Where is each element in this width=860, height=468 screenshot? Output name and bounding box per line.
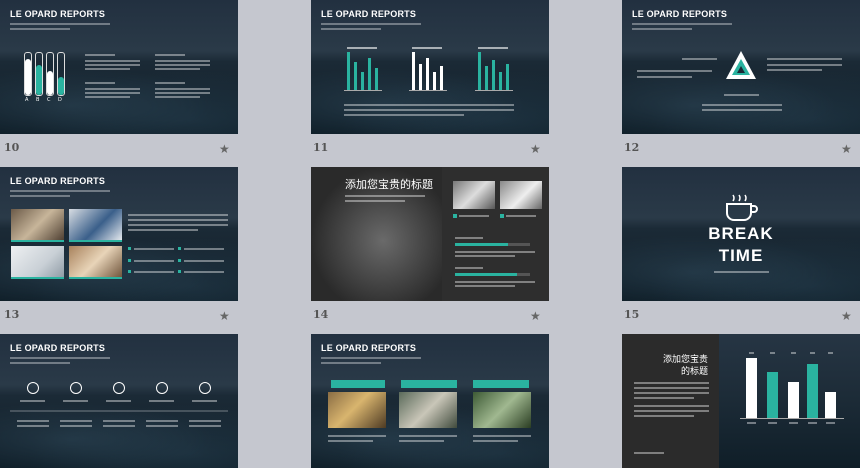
slide-title: LE OPARD REPORTS bbox=[10, 176, 106, 186]
photo bbox=[453, 181, 495, 209]
slide-15[interactable]: BREAK TIME bbox=[622, 167, 860, 301]
slide-title: LE OPARD REPORTS bbox=[10, 9, 106, 19]
star-icon[interactable]: ★ bbox=[530, 143, 541, 155]
coffee-cup-icon bbox=[726, 194, 758, 221]
slide-18[interactable]: 添加您宝贵 的标题 bbox=[622, 334, 860, 468]
gauge-label: B bbox=[36, 97, 40, 103]
slide-16[interactable]: LE OPARD REPORTS bbox=[0, 334, 238, 468]
slide-title: LE OPARD REPORTS bbox=[321, 9, 417, 19]
star-icon[interactable]: ★ bbox=[841, 143, 852, 155]
photo bbox=[11, 209, 64, 241]
photo bbox=[399, 392, 457, 428]
slide-number: 10 bbox=[4, 141, 20, 154]
photo bbox=[328, 392, 386, 428]
slide-heading: 添加您宝贵的标题 bbox=[345, 178, 433, 191]
photo bbox=[11, 246, 64, 278]
slide-14[interactable]: 添加您宝贵的标题 bbox=[311, 167, 549, 301]
slide-heading: 的标题 bbox=[680, 367, 708, 377]
gauge-label: C bbox=[47, 97, 51, 103]
slide-number: 11 bbox=[313, 141, 329, 154]
slide-title: LE OPARD REPORTS bbox=[321, 343, 417, 353]
star-icon[interactable]: ★ bbox=[219, 310, 230, 322]
slide-title: LE OPARD REPORTS bbox=[10, 343, 106, 353]
slide-title: LE OPARD REPORTS bbox=[632, 9, 728, 19]
slide-17[interactable]: LE OPARD REPORTS bbox=[311, 334, 549, 468]
gauge-label: A bbox=[25, 97, 29, 103]
slide-10[interactable]: LE OPARD REPORTS A B C D bbox=[0, 0, 238, 134]
slide-13[interactable]: LE OPARD REPORTS bbox=[0, 167, 238, 301]
slide-11[interactable]: LE OPARD REPORTS bbox=[311, 0, 549, 134]
photo bbox=[69, 246, 122, 278]
triangle-logo-icon bbox=[726, 51, 756, 79]
photo bbox=[500, 181, 542, 209]
star-icon[interactable]: ★ bbox=[219, 143, 230, 155]
gauge-label: D bbox=[58, 97, 62, 103]
slide-number: 14 bbox=[313, 308, 329, 321]
slide-number: 15 bbox=[624, 308, 640, 321]
slide-number: 12 bbox=[624, 141, 640, 154]
slide-12[interactable]: LE OPARD REPORTS bbox=[622, 0, 860, 134]
slide-number: 13 bbox=[4, 308, 20, 321]
star-icon[interactable]: ★ bbox=[841, 310, 852, 322]
break-title: BREAK bbox=[708, 224, 774, 243]
photo bbox=[473, 392, 531, 428]
photo bbox=[69, 209, 122, 241]
star-icon[interactable]: ★ bbox=[530, 310, 541, 322]
time-title: TIME bbox=[718, 246, 764, 265]
